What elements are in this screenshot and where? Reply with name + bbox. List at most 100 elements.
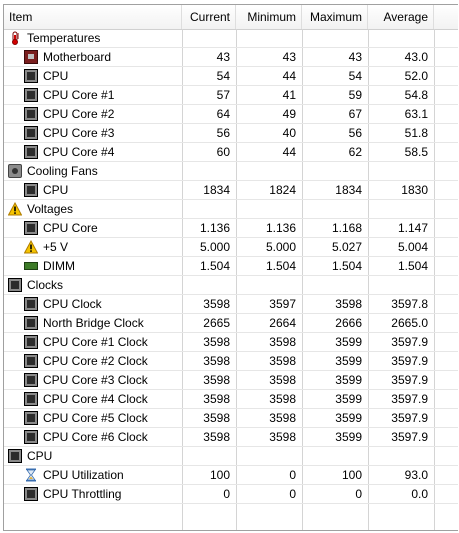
minimum-value: 1.136	[265, 221, 296, 235]
sensor-label: CPU	[43, 69, 69, 83]
minimum-value: 44	[282, 69, 296, 83]
table-body: Temperatures Motherboard 43 43 43 43.0 CPU 54 44…	[4, 29, 458, 504]
average-value: 3597.8	[391, 297, 428, 311]
average-value: 0.0	[411, 487, 428, 501]
maximum-value: 67	[348, 107, 362, 121]
minimum-value: 3598	[269, 430, 296, 444]
current-value: 0	[223, 487, 230, 501]
current-value: 3598	[203, 373, 230, 387]
maximum-value: 0	[355, 487, 362, 501]
maximum-value: 3599	[335, 430, 362, 444]
group-label: Temperatures	[27, 31, 101, 45]
minimum-value: 44	[282, 145, 296, 159]
cpu-chip-icon	[24, 430, 38, 444]
average-value: 3597.9	[391, 335, 428, 349]
current-value: 100	[209, 468, 230, 482]
sensor-table: Item Current Minimum Maximum Average Tem…	[3, 4, 458, 531]
average-value: 3597.9	[391, 392, 428, 406]
average-value: 3597.9	[391, 411, 428, 425]
maximum-value: 3599	[335, 373, 362, 387]
maximum-value: 3599	[335, 335, 362, 349]
table-row[interactable]: CPU Throttling 0 0 0 0.0	[4, 485, 458, 504]
table-row[interactable]: CPU Core #5 Clock 3598 3598 3599 3597.9	[4, 409, 458, 428]
maximum-value: 5.027	[331, 240, 362, 254]
average-value: 58.5	[404, 145, 428, 159]
minimum-value: 40	[282, 126, 296, 140]
average-value: 1830	[401, 183, 428, 197]
current-value: 3598	[203, 297, 230, 311]
maximum-value: 3598	[335, 297, 362, 311]
table-row[interactable]: North Bridge Clock 2665 2664 2666 2665.0	[4, 314, 458, 333]
current-value: 5.000	[199, 240, 230, 254]
table-header: Item Current Minimum Maximum Average	[4, 5, 458, 30]
sensor-label: CPU Core #1	[43, 88, 115, 102]
table-row[interactable]: CPU Core #2 64 49 67 63.1	[4, 105, 458, 124]
group-label: Cooling Fans	[27, 164, 98, 178]
minimum-value: 3598	[269, 392, 296, 406]
table-row[interactable]: CPU Core #3 Clock 3598 3598 3599 3597.9	[4, 371, 458, 390]
sensor-label: CPU Core #2	[43, 107, 115, 121]
maximum-value: 2666	[335, 316, 362, 330]
maximum-value: 3599	[335, 411, 362, 425]
table-row[interactable]: CPU Core #2 Clock 3598 3598 3599 3597.9	[4, 352, 458, 371]
column-header-average[interactable]: Average	[368, 5, 434, 29]
cpu-chip-icon	[24, 183, 38, 197]
average-value: 1.147	[397, 221, 428, 235]
current-value: 2665	[203, 316, 230, 330]
average-value: 93.0	[404, 468, 428, 482]
table-row[interactable]: CPU Core #4 60 44 62 58.5	[4, 143, 458, 162]
minimum-value: 3598	[269, 335, 296, 349]
table-row[interactable]: CPU 54 44 54 52.0	[4, 67, 458, 86]
minimum-value: 41	[282, 88, 296, 102]
minimum-value: 43	[282, 50, 296, 64]
table-row[interactable]: CPU Core #3 56 40 56 51.8	[4, 124, 458, 143]
minimum-value: 3598	[269, 354, 296, 368]
cpu-chip-icon	[24, 487, 38, 501]
sensor-label: CPU Core #4 Clock	[43, 392, 148, 406]
group-row[interactable]: Cooling Fans	[4, 162, 458, 181]
column-header-current[interactable]: Current	[182, 5, 236, 29]
average-value: 5.004	[397, 240, 428, 254]
warning-icon	[7, 201, 23, 216]
average-value: 3597.9	[391, 373, 428, 387]
column-header-item[interactable]: Item	[4, 5, 182, 29]
current-value: 60	[216, 145, 230, 159]
table-row[interactable]: CPU Utilization 100 0 100 93.0	[4, 466, 458, 485]
fan-icon	[8, 164, 22, 178]
table-row[interactable]: CPU 1834 1824 1834 1830	[4, 181, 458, 200]
sensor-label: CPU Core	[43, 221, 98, 235]
minimum-value: 1.504	[265, 259, 296, 273]
maximum-value: 62	[348, 145, 362, 159]
table-row[interactable]: CPU Core #1 57 41 59 54.8	[4, 86, 458, 105]
table-row[interactable]: Motherboard 43 43 43 43.0	[4, 48, 458, 67]
dimm-icon	[24, 262, 38, 270]
minimum-value: 5.000	[265, 240, 296, 254]
sensor-label: CPU Core #4	[43, 145, 115, 159]
maximum-value: 3599	[335, 354, 362, 368]
table-row[interactable]: CPU Core #4 Clock 3598 3598 3599 3597.9	[4, 390, 458, 409]
minimum-value: 3598	[269, 411, 296, 425]
current-value: 1834	[203, 183, 230, 197]
group-row[interactable]: Temperatures	[4, 29, 458, 48]
table-row[interactable]: CPU Core #6 Clock 3598 3598 3599 3597.9	[4, 428, 458, 447]
cpu-chip-icon	[24, 392, 38, 406]
warning-icon	[23, 239, 39, 254]
group-row[interactable]: Voltages	[4, 200, 458, 219]
table-row[interactable]: CPU Clock 3598 3597 3598 3597.8	[4, 295, 458, 314]
group-row[interactable]: Clocks	[4, 276, 458, 295]
average-value: 1.504	[397, 259, 428, 273]
table-row[interactable]: +5 V 5.000 5.000 5.027 5.004	[4, 238, 458, 257]
cpu-chip-icon	[24, 373, 38, 387]
cpu-chip-icon	[24, 354, 38, 368]
average-value: 52.0	[404, 69, 428, 83]
minimum-value: 3598	[269, 373, 296, 387]
table-row[interactable]: DIMM 1.504 1.504 1.504 1.504	[4, 257, 458, 276]
column-header-minimum[interactable]: Minimum	[236, 5, 302, 29]
cpu-chip-icon	[24, 145, 38, 159]
table-row[interactable]: CPU Core #1 Clock 3598 3598 3599 3597.9	[4, 333, 458, 352]
group-row[interactable]: CPU	[4, 447, 458, 466]
table-row[interactable]: CPU Core 1.136 1.136 1.168 1.147	[4, 219, 458, 238]
minimum-value: 2664	[269, 316, 296, 330]
column-header-maximum[interactable]: Maximum	[302, 5, 368, 29]
sensor-label: CPU Core #2 Clock	[43, 354, 148, 368]
